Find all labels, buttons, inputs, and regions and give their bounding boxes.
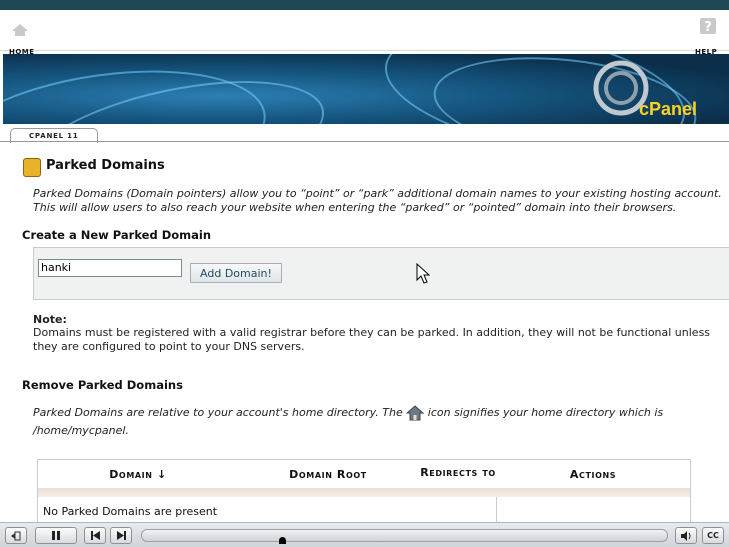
note-line-2: they are configured to point to your DNS… (33, 340, 305, 353)
page-description: Parked Domains (Domain pointers) allow y… (33, 187, 729, 215)
remove-desc-before: Parked Domains are relative to your acco… (33, 406, 403, 419)
volume-button[interactable] (675, 527, 697, 544)
breadcrumb-bar: CPANEL 11 (0, 124, 729, 143)
note-text: Domains must be registered with a valid … (33, 326, 729, 354)
next-button[interactable] (110, 527, 132, 544)
col-domain[interactable]: Domain ↓ (78, 460, 198, 490)
parked-domains-icon (23, 158, 41, 177)
mouse-cursor-icon (416, 263, 430, 284)
description-line-2: This will allow users to also reach your… (33, 201, 677, 214)
create-heading: Create a New Parked Domain (22, 228, 212, 242)
page-title: Parked Domains (46, 158, 165, 173)
skip-back-icon (90, 531, 100, 540)
closed-captions-button[interactable]: CC (702, 527, 724, 544)
table-header-divider (38, 488, 690, 497)
top-nav: HOME ? HELP (0, 10, 729, 56)
exit-icon (11, 531, 21, 540)
cpanel-banner: cPanel (3, 54, 729, 124)
col-redirects-to: Redirects to (420, 466, 496, 479)
pause-icon (52, 531, 60, 540)
new-domain-input[interactable] (38, 259, 182, 277)
previous-button[interactable] (84, 527, 106, 544)
home-directory-icon (406, 405, 425, 421)
add-domain-button[interactable]: Add Domain! (190, 263, 282, 283)
help-link[interactable]: ? HELP (693, 18, 723, 58)
note-heading: Note: (33, 313, 67, 326)
skip-forward-icon (116, 531, 126, 540)
seek-bar[interactable] (141, 529, 668, 542)
remove-description: Parked Domains are relative to your acco… (33, 404, 729, 440)
description-line-1: Parked Domains (Domain pointers) allow y… (33, 187, 722, 200)
col-actions: Actions (569, 468, 617, 481)
home-icon (12, 24, 28, 36)
home-link[interactable]: HOME (6, 22, 46, 58)
pause-button[interactable] (35, 527, 77, 544)
col-domain-root: Domain Root (289, 468, 367, 481)
exit-button[interactable] (5, 527, 27, 544)
home-path: /home/mycpanel. (33, 424, 129, 437)
remove-desc-after: icon signifies your home directory which… (427, 406, 664, 419)
video-player-controls: CC (0, 522, 729, 547)
cpanel-logo: cPanel (591, 60, 701, 122)
note-line-1: Domains must be registered with a valid … (33, 326, 711, 339)
cpanel-logo-text: cPanel (638, 99, 697, 119)
seek-handle[interactable] (279, 537, 286, 544)
svg-text:?: ? (704, 20, 712, 34)
help-icon: ? (700, 18, 716, 34)
breadcrumb-divider (0, 141, 729, 142)
speaker-icon (680, 530, 690, 541)
remove-heading: Remove Parked Domains (22, 378, 183, 392)
empty-table-message: No Parked Domains are present (43, 505, 218, 518)
top-strip (0, 0, 729, 10)
